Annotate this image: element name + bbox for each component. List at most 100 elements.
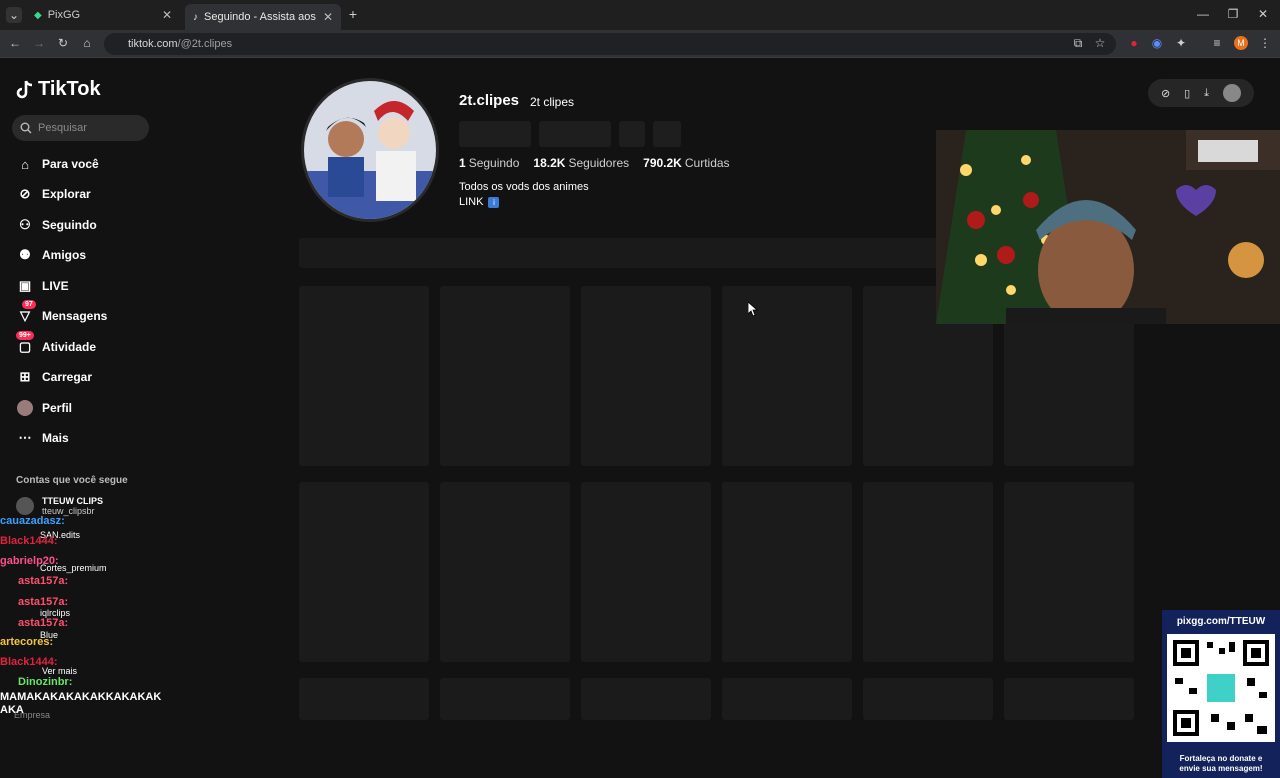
forward-icon[interactable]: →	[32, 36, 46, 50]
stat-label: Curtidas	[684, 156, 730, 170]
nav-live[interactable]: ▣ LIVE	[16, 274, 69, 298]
donation-note: Fortaleça no donate e envie sua mensagem…	[1162, 754, 1280, 774]
tab-title: Seguindo - Assista aos vídeos d	[204, 11, 316, 23]
chat-message: Black1444:	[0, 535, 58, 547]
browser-tab-strip: ⌄ ◆ PixGG ✕ ♪ Seguindo - Assista aos víd…	[0, 0, 1280, 30]
restore-button[interactable]: ❐	[1226, 7, 1240, 21]
nav-mensagens[interactable]: ▽ 97 Mensagens	[16, 300, 108, 328]
video-card[interactable]	[581, 286, 711, 466]
back-icon[interactable]: ←	[8, 36, 22, 50]
video-card[interactable]	[722, 482, 852, 662]
extension-audio-icon[interactable]: ◉	[1150, 36, 1164, 50]
nav-label: Seguindo	[42, 218, 97, 232]
search-input[interactable]: Pesquisar	[12, 115, 149, 141]
nav-carregar[interactable]: ⊞ Carregar	[16, 365, 92, 389]
stat-value: 1	[459, 156, 466, 170]
phone-icon[interactable]: ▯	[1184, 87, 1190, 100]
tiktok-note-icon	[16, 80, 33, 98]
reload-icon[interactable]: ↻	[56, 36, 70, 50]
stat-likes: 790.2K Curtidas	[643, 156, 729, 170]
donation-panel: pixgg.com/TTEUW Fortaleça no donate e en…	[1162, 610, 1280, 778]
nav-seguindo[interactable]: ⚇ Seguindo	[16, 213, 97, 237]
video-card[interactable]	[581, 678, 711, 720]
nav-explorar[interactable]: ⊘ Explorar	[16, 182, 91, 206]
follow-button-placeholder	[459, 121, 531, 147]
account-name: TTEUW CLIPS	[42, 496, 103, 506]
video-card[interactable]	[581, 482, 711, 662]
address-bar[interactable]: tiktok.com/@2t.clipes	[104, 33, 1116, 55]
media-control-icon[interactable]: ≡	[1210, 36, 1224, 50]
profile-avatar-icon[interactable]: M	[1234, 36, 1248, 50]
tiktok-page: TikTok Pesquisar ⌂ Para você ⊘ Explorar …	[0, 58, 1280, 778]
browser-toolbar: ← → ↻ ⌂ tiktok.com/@2t.clipes ⧉ ☆ ● ◉ ✦ …	[0, 30, 1280, 58]
profile-link[interactable]: LINK i	[459, 196, 500, 208]
video-card[interactable]	[722, 678, 852, 720]
close-icon[interactable]: ✕	[162, 8, 172, 22]
nav-perfil[interactable]: Perfil	[16, 396, 72, 420]
extension-record-icon[interactable]: ●	[1127, 36, 1141, 50]
video-card[interactable]	[299, 482, 429, 662]
minimize-button[interactable]: —	[1196, 7, 1210, 21]
following-account[interactable]: TTEUW CLIPS tteuw_clipsbr	[16, 496, 103, 516]
nav-para-voce[interactable]: ⌂ Para você	[16, 152, 99, 176]
tab-search-button[interactable]: ⌄	[6, 7, 22, 23]
coins-icon[interactable]: ⊘	[1161, 87, 1170, 100]
close-window-button[interactable]: ✕	[1256, 7, 1270, 21]
extensions-puzzle-icon[interactable]: ✦	[1174, 36, 1188, 50]
chat-message: gabrielp20:	[0, 555, 59, 567]
new-tab-button[interactable]: +	[346, 6, 360, 22]
url-host: tiktok.com	[128, 38, 178, 50]
video-card[interactable]	[440, 678, 570, 720]
qr-code-graphic	[1167, 634, 1275, 742]
chat-message: Dinozinbr:	[18, 676, 73, 688]
video-card[interactable]	[863, 482, 993, 662]
video-card[interactable]	[440, 482, 570, 662]
message-button-placeholder	[539, 121, 611, 147]
profile-username: 2t.clipes	[459, 92, 520, 109]
bookmark-star-icon[interactable]: ☆	[1093, 36, 1107, 50]
video-card[interactable]	[722, 286, 852, 466]
nav-label: Atividade	[42, 340, 97, 354]
nav-label: LIVE	[42, 279, 69, 293]
link-text: LINK	[459, 196, 484, 208]
info-icon: i	[488, 196, 500, 208]
stat-followers[interactable]: 18.2K Seguidores	[533, 156, 629, 170]
search-icon	[20, 122, 32, 134]
tiktok-logo[interactable]: TikTok	[16, 78, 101, 101]
nav-label: Perfil	[42, 401, 73, 415]
donation-url: pixgg.com/TTEUW	[1176, 616, 1266, 627]
nav-label: Amigos	[42, 248, 87, 262]
avatar	[16, 497, 34, 515]
top-right-toolbar: ⊘ ▯ ⤓	[1148, 79, 1254, 107]
tab-pixgg[interactable]: ◆ PixGG ✕	[26, 4, 180, 26]
video-card[interactable]	[440, 286, 570, 466]
messages-icon: ▽ 97	[16, 300, 36, 325]
close-icon[interactable]: ✕	[323, 10, 333, 24]
nav-label: Explorar	[42, 187, 91, 201]
download-icon[interactable]: ⤓	[1204, 87, 1209, 100]
nav-label: Mensagens	[42, 309, 108, 323]
menu-dots-icon[interactable]: ⋮	[1258, 36, 1272, 50]
video-card[interactable]	[299, 678, 429, 720]
chat-message: cauazadasz:	[0, 515, 65, 527]
video-card[interactable]	[1004, 482, 1134, 662]
user-avatar[interactable]	[1222, 84, 1241, 102]
install-app-icon[interactable]: ⧉	[1071, 36, 1085, 50]
donation-note-line: envie sua mensagem!	[1179, 764, 1263, 773]
nav-mais[interactable]: ⋯ Mais	[16, 426, 69, 450]
nav-atividade[interactable]: ▢ 99+ Atividade	[16, 331, 97, 359]
tab-title: PixGG	[47, 9, 81, 21]
video-card[interactable]	[299, 286, 429, 466]
home-button-icon[interactable]: ⌂	[80, 36, 94, 50]
following-section-title: Contas que você segue	[16, 475, 128, 486]
chat-message: artecores:	[0, 636, 54, 648]
pixgg-icon: ◆	[34, 9, 42, 21]
video-card[interactable]	[863, 678, 993, 720]
video-card[interactable]	[1004, 678, 1134, 720]
nav-amigos[interactable]: ⚉ Amigos	[16, 243, 86, 267]
nav-label: Carregar	[42, 370, 93, 384]
stat-label: Seguindo	[468, 156, 520, 170]
tab-tiktok[interactable]: ♪ Seguindo - Assista aos vídeos d ✕	[185, 4, 341, 30]
stat-following[interactable]: 1 Seguindo	[459, 156, 519, 170]
profile-avatar[interactable]	[301, 78, 439, 222]
